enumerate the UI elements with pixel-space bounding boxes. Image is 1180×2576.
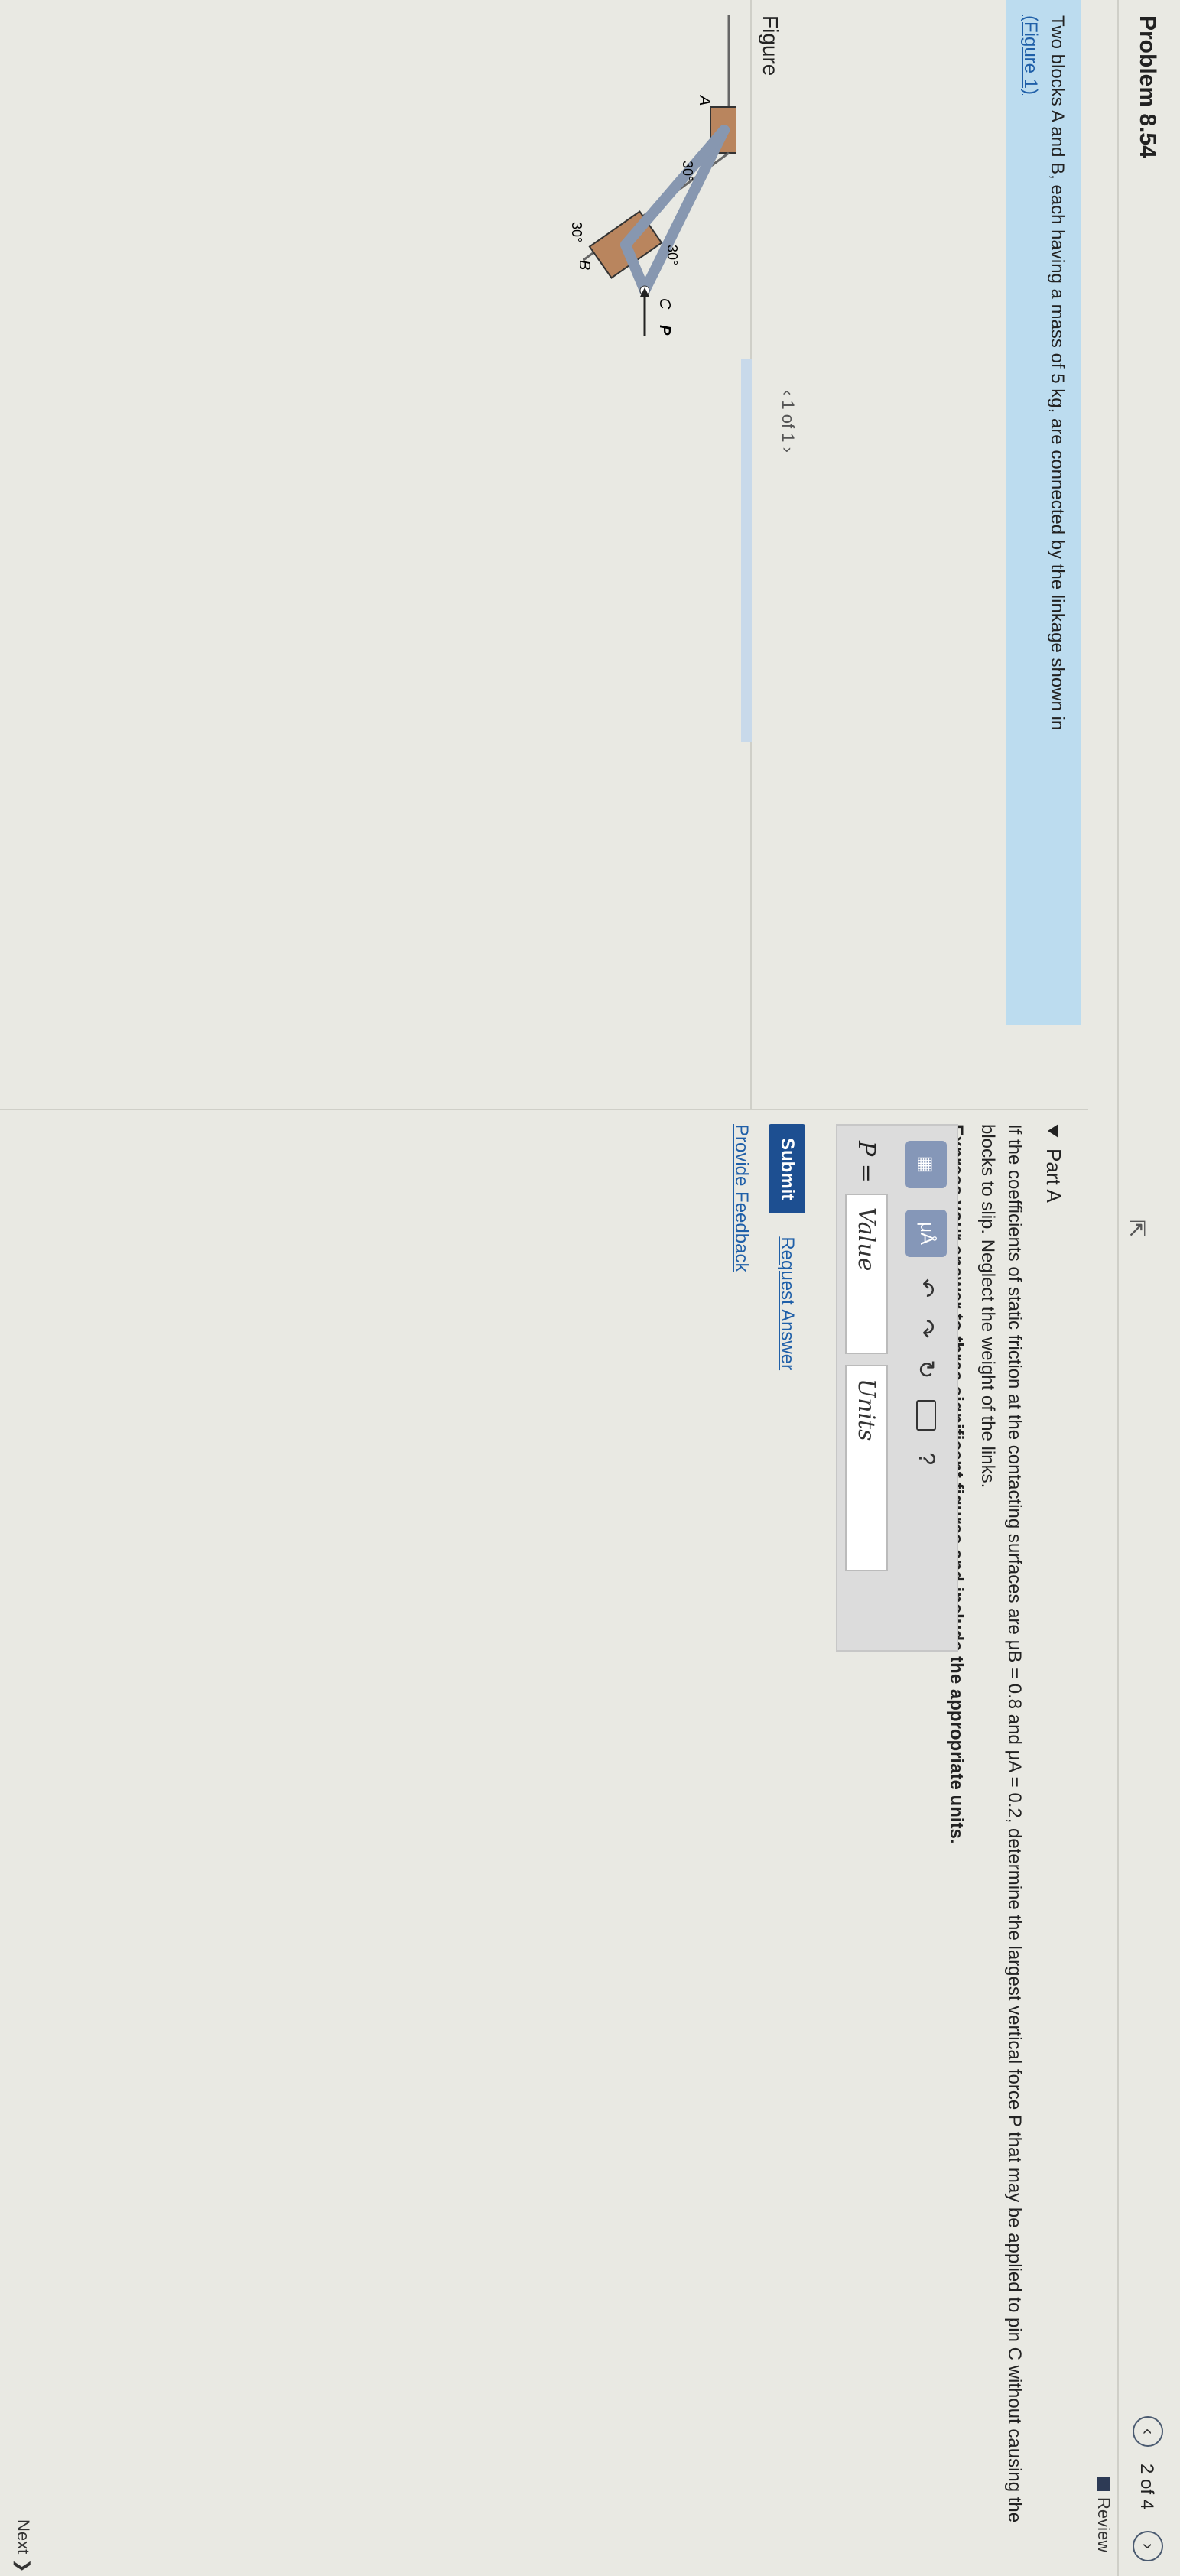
figure-link[interactable]: (Figure 1)	[1020, 15, 1041, 95]
keyboard-icon[interactable]	[916, 1400, 936, 1431]
header-bar: Problem 8.54 ⇱ ‹ 2 of 4 ›	[1117, 0, 1180, 2576]
figure-scrollbar[interactable]	[741, 359, 752, 742]
answer-label: P =	[853, 1141, 880, 1183]
review-icon	[1097, 2477, 1110, 2491]
figure-pager[interactable]: ‹ 1 of 1 ›	[778, 390, 798, 453]
angle-top: 30°	[680, 161, 695, 181]
part-a-title: Part A	[1042, 1148, 1065, 1203]
provide-feedback-link[interactable]: Provide Feedback	[730, 1124, 752, 1272]
undo-icon[interactable]: ↶	[913, 1278, 940, 1298]
value-input[interactable]: Value	[845, 1193, 888, 1354]
angle-bottom: 30°	[569, 222, 584, 242]
problem-counter: 2 of 4	[1136, 2464, 1157, 2510]
problem-intro: Two blocks A and B, each having a mass o…	[1006, 0, 1081, 1025]
units-input[interactable]: Units	[845, 1364, 888, 1571]
request-answer-link[interactable]: Request Answer	[776, 1236, 798, 1370]
units-symbol-button[interactable]: μÅ	[905, 1210, 947, 1257]
submit-button[interactable]: Submit	[769, 1124, 805, 1214]
math-toolbar: ▦ μÅ ↶ ↷ ↻ ?	[903, 1141, 949, 1465]
next-button[interactable]: Next ❯	[13, 2519, 33, 2573]
prev-problem-button[interactable]: ‹	[1133, 2416, 1163, 2447]
next-problem-button[interactable]: ›	[1133, 2531, 1163, 2561]
cursor-icon: ⇱	[1125, 1220, 1149, 1238]
templates-icon[interactable]: ▦	[905, 1141, 947, 1188]
problem-title: Problem 8.54	[1135, 15, 1160, 158]
intro-text: Two blocks A and B, each having a mass o…	[1047, 15, 1068, 731]
collapse-triangle-icon	[1048, 1124, 1059, 1138]
review-link[interactable]: Review	[1088, 2477, 1119, 2552]
page: Problem 8.54 ⇱ ‹ 2 of 4 › Review Two blo…	[0, 0, 1180, 2576]
label-c: C	[656, 298, 673, 310]
answer-box: ▦ μÅ ↶ ↷ ↻ ? P = Value Units	[836, 1124, 958, 1652]
figure-label: Figure	[759, 15, 782, 76]
linkage-figure: A B C P 30° 30° 30°	[569, 15, 736, 336]
reset-icon[interactable]: ↻	[913, 1359, 940, 1379]
question-body: If the coefficients of static friction a…	[977, 1124, 1025, 2523]
redo-icon[interactable]: ↷	[913, 1319, 940, 1338]
question-panel: Part A If the coefficients of static fri…	[0, 1109, 1088, 2576]
label-b: B	[576, 260, 593, 270]
answer-actions: Submit Request Answer	[769, 1124, 805, 1370]
review-label: Review	[1094, 2497, 1113, 2553]
part-a-header[interactable]: Part A	[1042, 1124, 1065, 1203]
answer-row: P = Value Units	[845, 1141, 888, 1571]
label-a: A	[696, 95, 713, 106]
label-p: P	[656, 325, 673, 336]
angle-mid: 30°	[665, 245, 680, 265]
help-icon[interactable]: ?	[913, 1452, 939, 1465]
